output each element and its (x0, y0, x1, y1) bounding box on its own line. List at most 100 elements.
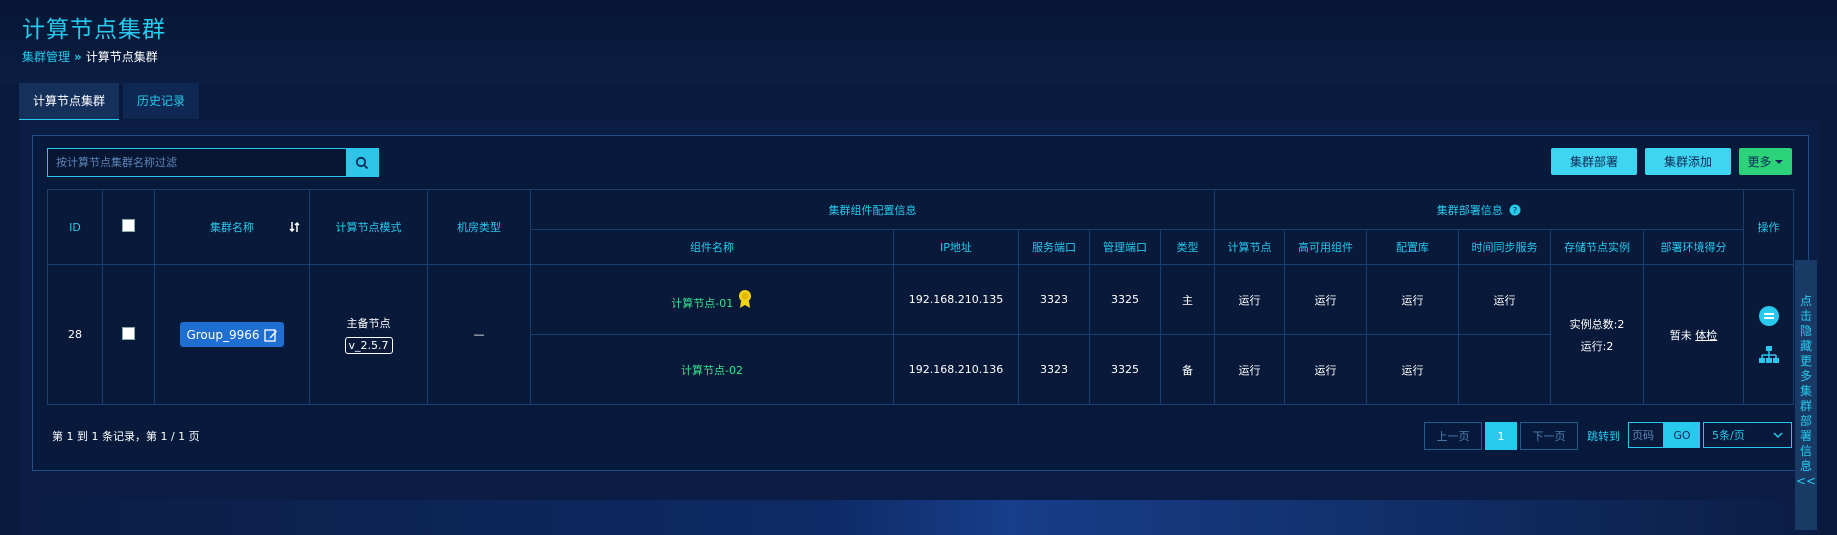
header-component-group: 集群组件配置信息 (529, 189, 1216, 230)
cluster-deploy-button[interactable]: 集群部署 (1551, 148, 1637, 175)
config-status-2: 运行 (1366, 334, 1460, 405)
header-deploy-group: 集群部署信息 ? (1214, 189, 1745, 230)
help-icon[interactable]: ? (1509, 204, 1521, 216)
page-title: 计算节点集群 (22, 17, 166, 43)
breadcrumb-parent-link[interactable]: 集群管理 (22, 50, 70, 64)
pagination-summary: 第 1 到 1 条记录，第 1 / 1 页 (52, 430, 200, 443)
side-toggle-char: 隐 (1799, 324, 1812, 338)
header-type: 类型 (1159, 229, 1216, 265)
header-manage-port: 管理端口 (1089, 229, 1161, 265)
component-service-port-1: 3323 (1018, 264, 1090, 335)
cluster-add-button[interactable]: 集群添加 (1645, 148, 1731, 175)
bottom-glow (19, 500, 1819, 535)
component-manage-port-1: 3325 (1089, 264, 1161, 335)
cell-mode: 主备节点 v_2.5.7 (309, 264, 428, 405)
side-toggle-char: 点 (1799, 294, 1812, 308)
component-ip-2: 192.168.210.136 (893, 334, 1019, 405)
page-1-button[interactable]: 1 (1485, 422, 1517, 450)
breadcrumb: 集群管理 » 计算节点集群 (22, 48, 158, 65)
ha-status-2: 运行 (1284, 334, 1368, 405)
tab-history[interactable]: 历史记录 (123, 83, 200, 119)
component-name-2: 计算节点-02 (530, 334, 894, 405)
cell-operation (1743, 264, 1795, 405)
more-button-label: 更多 (1747, 155, 1772, 169)
cell-env-score: 暂未 体检 (1643, 264, 1745, 405)
svg-text:?: ? (1513, 206, 1517, 215)
tab-compute-cluster[interactable]: 计算节点集群 (19, 83, 120, 121)
header-compute-node: 计算节点 (1214, 229, 1286, 265)
side-toggle-char: 息 (1799, 459, 1812, 473)
component-type-2: 备 (1159, 334, 1216, 405)
header-mode: 计算节点模式 (309, 189, 428, 265)
more-button[interactable]: 更多 (1739, 148, 1792, 175)
side-toggle-char: 部 (1799, 414, 1812, 428)
header-band (0, 0, 1837, 84)
config-status-1: 运行 (1366, 264, 1460, 335)
topology-icon[interactable] (1758, 345, 1779, 365)
toggle-deploy-info-button[interactable]: 点 击 隐 藏 更 多 集 群 部 署 信 息 << (1795, 260, 1817, 530)
row-checkbox[interactable] (122, 326, 135, 340)
compute-status-2: 运行 (1214, 334, 1286, 405)
cell-room-type: — (427, 264, 531, 405)
go-button[interactable]: GO (1664, 422, 1700, 448)
next-page-button[interactable]: 下一页 (1520, 422, 1578, 450)
header-config-db: 配置库 (1366, 229, 1460, 265)
ha-status-1: 运行 (1284, 264, 1368, 335)
component-link-1[interactable]: 计算节点-01 (671, 297, 733, 310)
side-toggle-char: << (1795, 474, 1817, 488)
header-room-type: 机房类型 (427, 189, 531, 265)
header-ip: IP地址 (893, 229, 1019, 265)
cluster-table: ID 集群名称 计算节点模式 机房类型 集群组件配置信息 集群部署信息 ? 操作… (47, 189, 1795, 405)
env-score-text: 暂未 (1669, 328, 1692, 342)
page-size-select[interactable]: 5条/页 (1703, 422, 1792, 448)
cluster-name-text: Group_9966 (186, 327, 260, 342)
search-button[interactable] (346, 149, 378, 176)
side-toggle-char: 多 (1799, 369, 1812, 383)
compute-status-1: 运行 (1214, 264, 1286, 335)
header-id: ID (47, 189, 103, 265)
edit-icon[interactable] (263, 328, 278, 342)
storage-total: 实例总数:2 (1569, 317, 1625, 331)
component-service-port-2: 3323 (1018, 334, 1090, 405)
header-cluster-name-label: 集群名称 (210, 221, 254, 234)
select-all-checkbox[interactable] (122, 219, 135, 232)
cell-select (102, 264, 155, 405)
page-number-input[interactable] (1628, 422, 1664, 448)
header-component-name: 组件名称 (530, 229, 894, 265)
header-env-score: 部署环境得分 (1643, 229, 1745, 265)
side-toggle-char: 更 (1799, 354, 1812, 368)
caret-down-icon (1774, 159, 1783, 164)
list-detail-icon[interactable] (1758, 305, 1780, 327)
table-row: 28 Group_9966 主备节点 v_2.5.7 — 计算节点-01 192… (47, 264, 1795, 405)
header-ha-component: 高可用组件 (1284, 229, 1368, 265)
medal-icon (738, 289, 751, 308)
side-toggle-char: 集 (1799, 384, 1812, 398)
side-toggle-char: 信 (1799, 444, 1812, 458)
component-name-1: 计算节点-01 (530, 264, 894, 335)
prev-page-button[interactable]: 上一页 (1424, 422, 1482, 450)
mode-text: 主备节点 (346, 317, 391, 330)
breadcrumb-current: 计算节点集群 (85, 50, 158, 64)
component-manage-port-2: 3325 (1089, 334, 1161, 405)
breadcrumb-separator: » (74, 50, 82, 64)
component-type-1: 主 (1159, 264, 1216, 335)
cell-id: 28 (47, 264, 103, 405)
sort-icon[interactable] (289, 221, 301, 233)
jump-to-label: 跳转到 (1587, 430, 1620, 443)
header-service-port: 服务端口 (1018, 229, 1090, 265)
header-operation: 操作 (1743, 189, 1795, 265)
cluster-search-input[interactable] (48, 149, 344, 176)
component-link-2[interactable]: 计算节点-02 (681, 364, 743, 377)
cluster-name-tag[interactable]: Group_9966 (180, 322, 284, 347)
cell-storage-instance: 实例总数:2 运行:2 (1550, 264, 1645, 405)
side-toggle-char: 群 (1799, 399, 1812, 413)
search-icon (355, 156, 369, 169)
cell-cluster-name: Group_9966 (154, 264, 310, 405)
side-toggle-char: 击 (1799, 309, 1812, 323)
sync-status-1: 运行 (1458, 264, 1552, 335)
version-tag: v_2.5.7 (344, 337, 393, 354)
header-storage-instance: 存储节点实例 (1550, 229, 1645, 265)
search-box (47, 148, 379, 177)
env-check-link[interactable]: 体检 (1695, 329, 1717, 342)
page-size-value: 5条/页 (1712, 429, 1745, 442)
